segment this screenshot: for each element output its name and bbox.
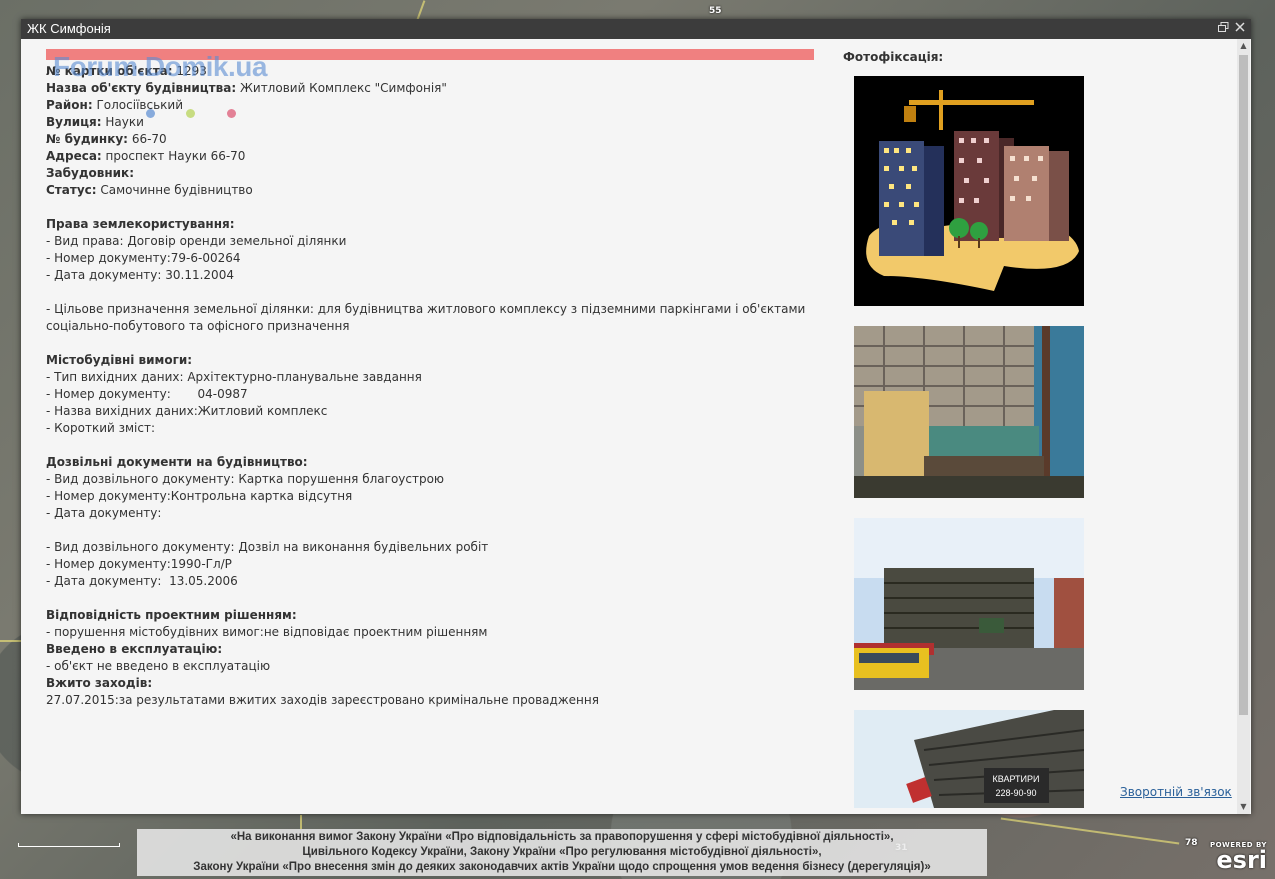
map-road — [300, 815, 302, 829]
detail-label: Адреса: — [46, 149, 102, 163]
detail-line: - Номер документу:79-6-00264 — [46, 251, 241, 265]
popup-title: ЖК Симфонія — [27, 21, 111, 36]
legal-line: Цивільного Кодексу України, Закону Украї… — [302, 846, 822, 858]
banner-text: КВАРТИРИ — [993, 774, 1040, 784]
map-label: 78 — [1185, 838, 1198, 848]
watermark-dot — [186, 109, 195, 118]
popup-titlebar[interactable]: ЖК Симфонія — [21, 19, 1251, 39]
detail-status: Статус: Самочинне будівництво — [46, 182, 826, 199]
detail-line: - Дата документу: 30.11.2004 — [46, 268, 234, 282]
detail-line: - Назва вихідних даних:Житловий комплекс — [46, 404, 328, 418]
detail-line: 27.07.2015:за результатами вжитих заході… — [46, 693, 599, 707]
close-icon[interactable] — [1234, 22, 1246, 34]
detail-line: соціально-побутового та офісного признач… — [46, 319, 350, 333]
detail-label: Вулиця: — [46, 115, 102, 129]
restore-icon[interactable] — [1217, 22, 1229, 34]
urban-heading: Містобудівні вимоги: — [46, 353, 193, 367]
measures-heading: Вжито заходів: — [46, 676, 153, 690]
detail-district: Район: Голосіївський — [46, 97, 826, 114]
banner-phone: 228-90-90 — [995, 788, 1036, 798]
legal-line: Закону України «Про внесення змін до дея… — [193, 861, 931, 873]
scroll-up-icon[interactable]: ▲ — [1237, 39, 1250, 53]
detail-value: Житловий Комплекс "Симфонія" — [239, 81, 447, 95]
legal-notice: «На виконання вимог Закону України «Про … — [137, 829, 987, 876]
esri-logo: esri — [1216, 846, 1267, 874]
detail-label: Район: — [46, 98, 93, 112]
watermark-dot — [146, 109, 155, 118]
detail-address: Адреса: проспект Науки 66-70 — [46, 148, 826, 165]
section-heading: Відповідність проектним рішенням: — [46, 607, 826, 624]
detail-line: - Цільове призначення земельної ділянки:… — [46, 302, 806, 316]
commissioned-heading: Введено в експлуатацію: — [46, 642, 223, 656]
detail-line: - Дата документу: — [46, 506, 162, 520]
detail-value: Самочинне будівництво — [100, 183, 253, 197]
detail-line: - Номер документу: 04-0987 — [46, 387, 248, 401]
map-label: 55 — [709, 6, 722, 16]
permits-heading: Дозвільні документи на будівництво: — [46, 455, 308, 469]
detail-value: 66-70 — [131, 132, 167, 146]
detail-line: - Дата документу: 13.05.2006 — [46, 574, 238, 588]
detail-value: проспект Науки 66-70 — [105, 149, 246, 163]
detail-value: Науки — [105, 115, 144, 129]
section-heading: Містобудівні вимоги: — [46, 352, 826, 369]
popup-content: № картки об'єкта: 1293 Назва об'єкту буд… — [21, 39, 1236, 814]
info-popup: ЖК Симфонія № картки об'єкта: 1293 Назва… — [21, 19, 1251, 814]
detail-line: - Вид дозвільного документу: Картка пору… — [46, 472, 445, 486]
detail-label: Назва об'єкту будівництва: — [46, 81, 237, 95]
section-heading: Права землекористування: — [46, 216, 826, 233]
land-heading: Права землекористування: — [46, 217, 235, 231]
detail-line: - Тип вихідних даних: Архітектурно-плану… — [46, 370, 422, 384]
section-heading: Введено в експлуатацію: — [46, 641, 826, 658]
section-heading: Вжито заходів: — [46, 675, 826, 692]
detail-label: № будинку: — [46, 132, 128, 146]
photo-site-2[interactable] — [854, 518, 1084, 690]
detail-label: Забудовник: — [46, 166, 134, 180]
detail-line: - Номер документу:1990-Гл/Р — [46, 557, 232, 571]
scroll-down-icon[interactable]: ▼ — [1237, 800, 1250, 814]
detail-developer: Забудовник: — [46, 165, 826, 182]
detail-label: Статус: — [46, 183, 97, 197]
photo-illustration[interactable] — [854, 76, 1084, 306]
detail-line: - порушення містобудівних вимог:не відпо… — [46, 625, 488, 639]
detail-line: - Вид права: Договір оренди земельної ді… — [46, 234, 347, 248]
detail-building: № будинку: 66-70 — [46, 131, 826, 148]
detail-value: Голосіївський — [96, 98, 183, 112]
map-road — [0, 640, 21, 642]
section-heading: Дозвільні документи на будівництво: — [46, 454, 826, 471]
compliance-heading: Відповідність проектним рішенням: — [46, 608, 297, 622]
detail-line: - Номер документу:Контрольна картка відс… — [46, 489, 353, 503]
object-details: № картки об'єкта: 1293 Назва об'єкту буд… — [46, 63, 826, 709]
watermark-dot — [227, 109, 236, 118]
photos-title: Фотофіксація: — [843, 50, 944, 64]
watermark-logo: Forum.Domik.ua — [53, 51, 267, 82]
detail-line: - Короткий зміст: — [46, 421, 156, 435]
feedback-link[interactable]: Зворотній зв'язок — [1120, 785, 1232, 799]
detail-line: - Вид дозвільного документу: Дозвіл на в… — [46, 540, 489, 554]
detail-street: Вулиця: Науки — [46, 114, 826, 131]
detail-line: - об'єкт не введено в експлуатацію — [46, 659, 271, 673]
photo-site-1[interactable] — [854, 326, 1084, 498]
esri-attribution[interactable]: POWERED BY esri — [1210, 841, 1267, 874]
map-scale-bar — [18, 843, 120, 847]
legal-line: «На виконання вимог Закону України «Про … — [230, 831, 894, 843]
photo-site-3[interactable]: КВАРТИРИ 228-90-90 — [854, 710, 1084, 808]
scrollbar-thumb[interactable] — [1239, 55, 1248, 715]
popup-scrollbar[interactable]: ▲ ▼ — [1237, 39, 1250, 814]
